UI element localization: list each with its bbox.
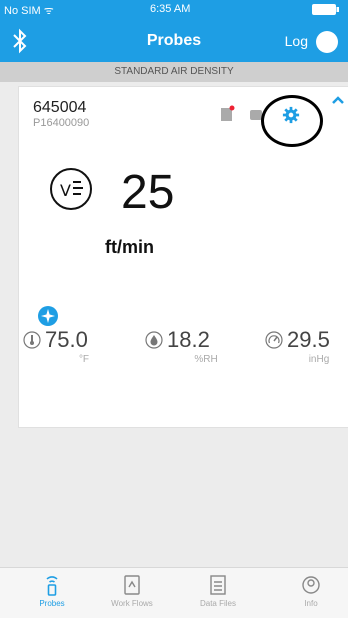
pressure-value: 29.5: [287, 327, 330, 352]
clock: 6:35 AM: [150, 3, 191, 15]
pressure-gauge-icon: [265, 331, 283, 349]
tab-probes-label: Probes: [39, 599, 65, 608]
tab-data-files[interactable]: Data Files: [183, 574, 253, 608]
battery-icon: [312, 4, 339, 15]
carrier-label: No SIM ᯤ: [4, 5, 54, 17]
info-icon: [302, 576, 320, 594]
probe-icon: [46, 576, 58, 596]
tab-work-flows-label: Work Flows: [111, 599, 153, 608]
direction-icon[interactable]: [37, 305, 59, 327]
humidity-icon: [145, 331, 163, 349]
temperature-unit: °F: [78, 354, 90, 365]
workflow-icon: [124, 575, 140, 595]
nav-bar: Probes Log: [0, 20, 348, 62]
probe-card: 645004 P16400090 V 25 ft/min 75.0 °F 18.…: [18, 86, 348, 428]
airflow-reading: 25: [121, 166, 175, 219]
humidity-unit: %RH: [194, 354, 218, 365]
thermometer-icon: [23, 331, 41, 349]
tab-data-files-label: Data Files: [199, 599, 236, 608]
probe-status-icon[interactable]: [219, 105, 235, 123]
tab-bar: Probes Work Flows Data Files Info: [0, 567, 348, 618]
log-toggle[interactable]: [316, 31, 338, 53]
velocity-icon: V: [50, 168, 92, 210]
tab-work-flows[interactable]: Work Flows: [97, 574, 167, 608]
collapse-chevron-icon[interactable]: [331, 95, 345, 105]
tab-info-label: Info: [304, 599, 318, 608]
files-icon: [210, 575, 226, 595]
tab-info[interactable]: Info: [276, 574, 346, 608]
air-density-banner: STANDARD AIR DENSITY: [0, 62, 348, 82]
pressure-unit: inHg: [308, 354, 330, 365]
status-bar: No SIM ᯤ 6:35 AM: [0, 0, 348, 20]
highlight-ring: [261, 95, 323, 147]
pressure-metric: 29.5 inHg: [265, 327, 348, 365]
log-label: Log: [284, 33, 308, 49]
svg-text:V: V: [60, 181, 71, 200]
probe-model: P16400090: [33, 117, 90, 129]
humidity-metric: 18.2 %RH: [145, 327, 245, 365]
temperature-value: 75.0: [45, 327, 88, 352]
humidity-value: 18.2: [167, 327, 210, 352]
tab-probes[interactable]: Probes: [17, 574, 87, 608]
temperature-metric: 75.0 °F: [23, 327, 123, 365]
probe-serial: 645004: [33, 99, 87, 116]
airflow-unit: ft/min: [105, 237, 154, 257]
